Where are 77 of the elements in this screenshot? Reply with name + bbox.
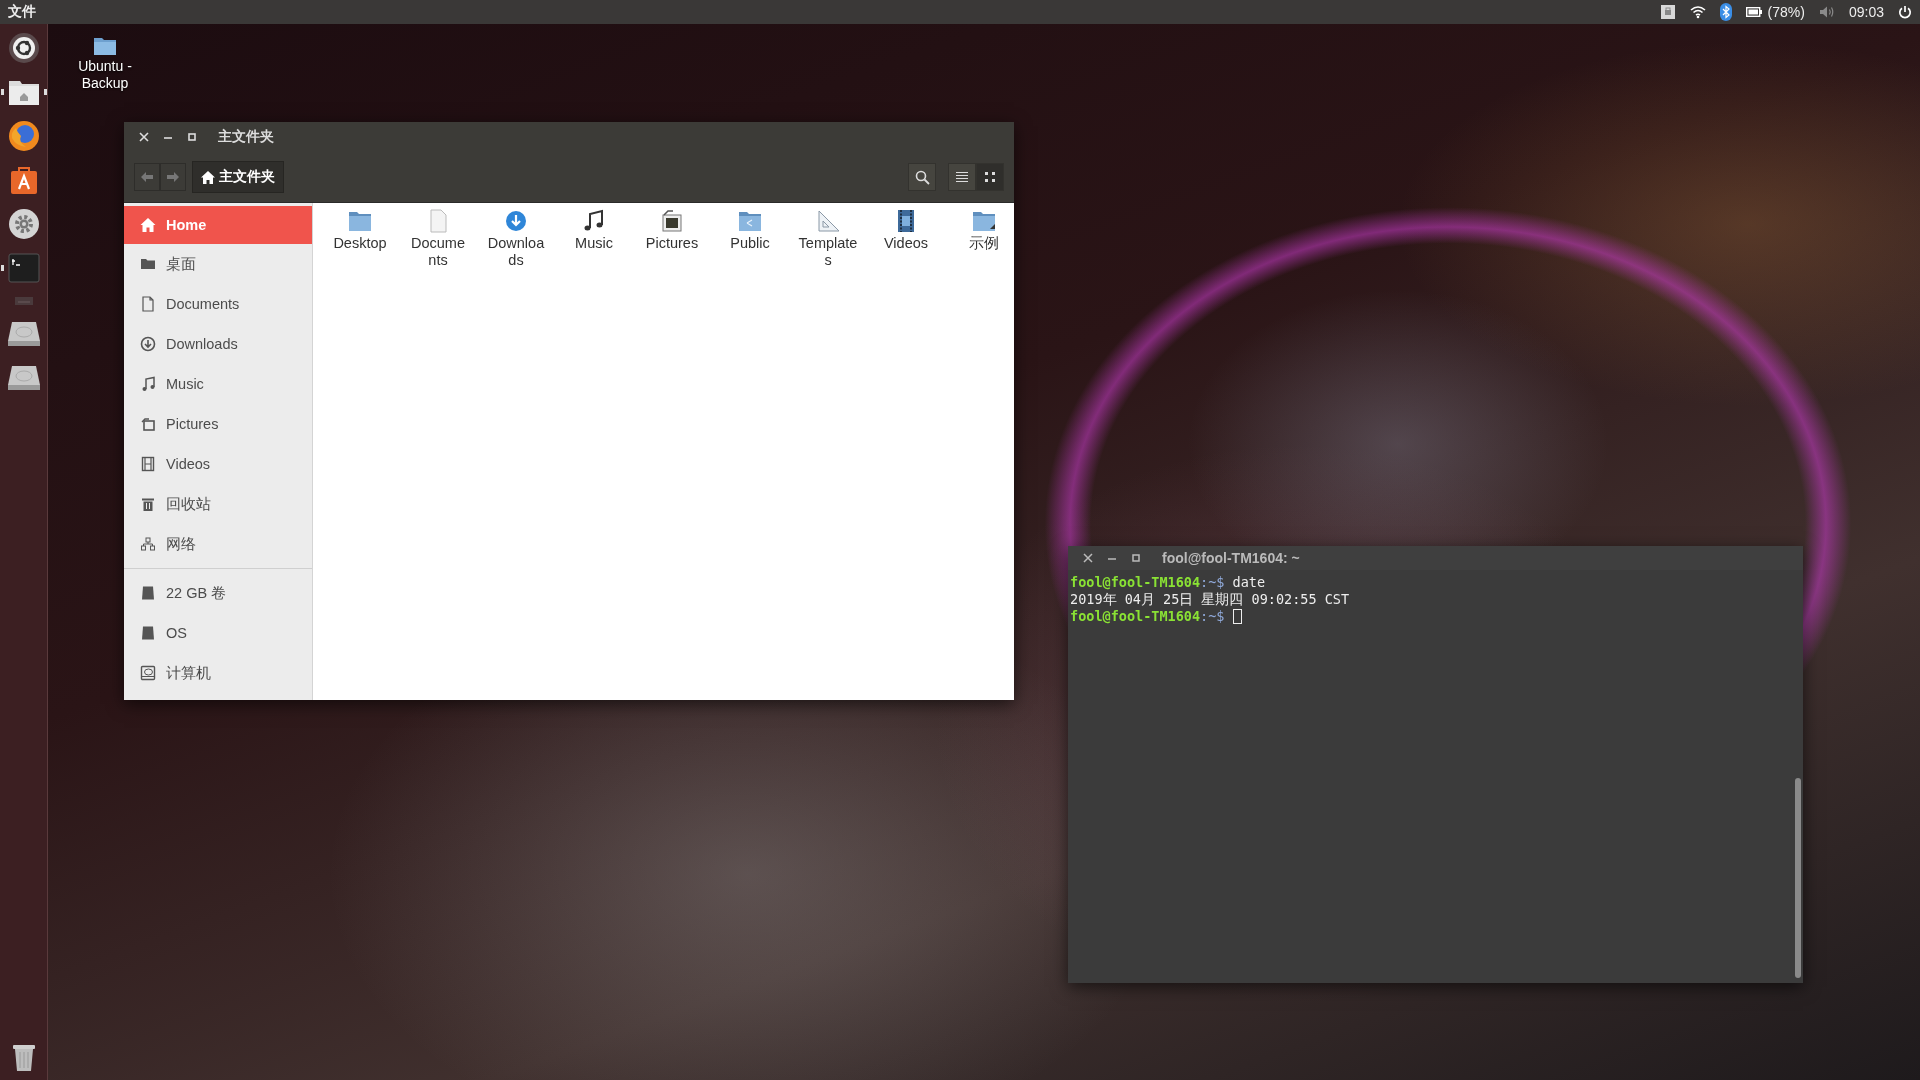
network-icon bbox=[140, 536, 156, 552]
grid-view-button[interactable] bbox=[976, 163, 1004, 191]
sidebar-item[interactable]: 计算机 bbox=[124, 653, 312, 693]
sidebar-item[interactable]: Videos bbox=[124, 444, 312, 484]
file-name[interactable]: Documents bbox=[407, 235, 469, 269]
sidebar-item[interactable]: Documents bbox=[124, 284, 312, 324]
pictures-icon bbox=[140, 416, 156, 432]
file-name[interactable]: Desktop bbox=[333, 235, 387, 252]
close-icon[interactable] bbox=[1082, 552, 1094, 564]
forward-button[interactable] bbox=[160, 163, 186, 191]
list-view-button[interactable] bbox=[948, 163, 976, 191]
prompt-line: fool@fool-TM1604:~$ date bbox=[1070, 574, 1266, 591]
file-name[interactable]: Templates bbox=[797, 235, 859, 269]
sidebar-item[interactable]: Music bbox=[124, 364, 312, 404]
file-name[interactable]: 示例 bbox=[969, 235, 999, 252]
volume-icon[interactable] bbox=[1818, 5, 1835, 19]
example-file-icon[interactable] bbox=[971, 209, 997, 233]
right-arrow-icon bbox=[166, 171, 180, 183]
clock[interactable]: 09:03 bbox=[1848, 4, 1884, 20]
prompt-line: fool@fool-TM1604:~$ bbox=[1070, 608, 1225, 625]
hard-drive-icon[interactable] bbox=[6, 365, 41, 391]
sidebar-item[interactable]: Pictures bbox=[124, 404, 312, 444]
back-button[interactable] bbox=[134, 163, 160, 191]
command-output: 2019年 04月 25日 星期四 09:02:55 CST bbox=[1070, 591, 1350, 608]
pictures-file-icon[interactable] bbox=[659, 209, 685, 233]
bluetooth-icon[interactable] bbox=[1719, 3, 1732, 21]
path-button[interactable]: 主文件夹 bbox=[192, 161, 284, 193]
computer-icon bbox=[140, 665, 156, 681]
list-icon bbox=[955, 171, 969, 183]
sidebar-item[interactable]: 回收站 bbox=[124, 484, 312, 524]
sidebar-item[interactable]: OS bbox=[124, 613, 312, 653]
dash-logo-icon[interactable] bbox=[6, 31, 41, 65]
app-menu[interactable]: 文件 bbox=[8, 3, 36, 21]
music-icon bbox=[140, 376, 156, 392]
download-file-icon[interactable] bbox=[503, 209, 529, 233]
power-icon[interactable] bbox=[1898, 5, 1912, 19]
terminal-icon[interactable] bbox=[7, 253, 40, 283]
desktop-icon-label[interactable]: Ubuntu - Backup bbox=[70, 58, 140, 92]
drive-icon bbox=[140, 625, 156, 641]
wifi-icon[interactable] bbox=[1689, 5, 1706, 19]
settings-icon[interactable] bbox=[7, 208, 40, 240]
grid-icon bbox=[984, 171, 996, 183]
folder-icon[interactable] bbox=[93, 36, 117, 56]
folder-icon bbox=[140, 256, 156, 272]
trash-icon[interactable] bbox=[11, 1042, 36, 1072]
scrollbar[interactable] bbox=[1795, 778, 1801, 978]
document-icon bbox=[140, 296, 156, 312]
sidebar-item[interactable]: 22 GB 卷 bbox=[124, 573, 312, 613]
public-file-icon[interactable] bbox=[737, 209, 763, 233]
folder-file-icon[interactable] bbox=[347, 209, 373, 233]
window-title: 主文件夹 bbox=[218, 128, 274, 146]
sidebar-item[interactable]: 桌面 bbox=[124, 244, 312, 284]
battery-icon[interactable] bbox=[1745, 7, 1762, 17]
file-name[interactable]: Public bbox=[730, 235, 770, 252]
file-name[interactable]: Pictures bbox=[645, 235, 699, 252]
download-icon bbox=[140, 336, 156, 352]
window-title: fool@fool-TM1604: ~ bbox=[1162, 550, 1300, 566]
left-arrow-icon bbox=[140, 171, 154, 183]
file-name[interactable]: Music bbox=[575, 235, 613, 252]
maximize-icon[interactable] bbox=[1130, 552, 1142, 564]
templates-file-icon[interactable] bbox=[815, 209, 841, 233]
home-icon bbox=[140, 217, 156, 233]
close-icon[interactable] bbox=[138, 131, 150, 143]
sidebar-item[interactable]: Downloads bbox=[124, 324, 312, 364]
search-button[interactable] bbox=[908, 163, 936, 191]
sidebar-item[interactable]: 网络 bbox=[124, 524, 312, 564]
drive-icon bbox=[140, 585, 156, 601]
videos-icon bbox=[140, 456, 156, 472]
maximize-icon[interactable] bbox=[186, 131, 198, 143]
browser-globe-icon[interactable] bbox=[7, 120, 40, 152]
search-icon bbox=[914, 169, 930, 185]
hard-drive-icon[interactable] bbox=[6, 321, 41, 347]
file-name[interactable]: Downloads bbox=[485, 235, 547, 269]
battery-percentage: (78%) bbox=[1767, 4, 1805, 20]
home-icon bbox=[201, 170, 215, 184]
trash-icon bbox=[140, 496, 156, 512]
file-name[interactable]: Videos bbox=[883, 235, 929, 252]
